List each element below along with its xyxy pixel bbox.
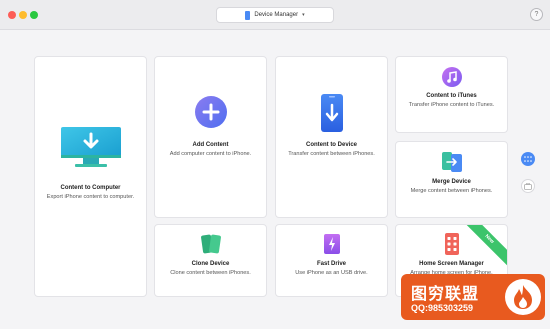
card-description: Transfer content between iPhones. — [288, 151, 375, 157]
card-description: Transfer iPhone content to iTunes. — [408, 102, 495, 108]
card-description: Export iPhone content to computer. — [46, 194, 135, 200]
device-selector[interactable]: Device Manager ▾ — [216, 7, 334, 23]
close-window-button[interactable] — [8, 11, 16, 19]
card-content-to-itunes[interactable]: Content to iTunes Transfer iPhone conten… — [395, 56, 508, 133]
card-content-to-device[interactable]: Content to Device Transfer content betwe… — [275, 56, 388, 218]
clone-device-icon — [200, 233, 221, 255]
card-clone-device[interactable]: Clone Device Clone content between iPhon… — [154, 224, 267, 297]
card-merge-device[interactable]: Merge Device Merge content between iPhon… — [395, 141, 508, 218]
add-plus-icon — [194, 96, 227, 128]
device-selector-label: Device Manager — [254, 12, 299, 18]
merge-device-icon — [441, 151, 463, 173]
card-title: Fast Drive — [316, 261, 346, 267]
computer-export-icon — [60, 127, 121, 169]
iphone-icon — [245, 10, 251, 20]
watermark-logo: 图穷联盟 QQ:985303259 — [401, 274, 545, 320]
card-title: Content to iTunes — [426, 93, 477, 99]
card-content-to-computer[interactable]: Content to Computer Export iPhone conten… — [34, 56, 147, 297]
card-title: Content to Computer — [60, 185, 121, 191]
card-fast-drive[interactable]: Fast Drive Use iPhone as an USB drive. — [275, 224, 388, 297]
watermark-title: 图穷联盟 — [411, 284, 480, 303]
grid-dots-icon — [524, 156, 532, 162]
itunes-icon — [441, 67, 462, 87]
title-bar: Device Manager ▾ ? — [0, 0, 550, 30]
toolbox-button[interactable] — [521, 179, 535, 193]
flame-icon — [505, 279, 541, 315]
card-title: Add Content — [192, 142, 229, 148]
minimize-window-button[interactable] — [19, 11, 27, 19]
help-button[interactable]: ? — [530, 8, 543, 21]
card-title: Clone Device — [191, 261, 230, 267]
zoom-window-button[interactable] — [30, 11, 38, 19]
card-description: Use iPhone as an USB drive. — [295, 270, 368, 276]
card-add-content[interactable]: Add Content Add computer content to iPho… — [154, 56, 267, 218]
home-screen-icon — [444, 233, 459, 255]
card-title: Home Screen Manager — [419, 261, 484, 267]
card-description: Merge content between iPhones. — [410, 188, 493, 194]
toolbox-icon — [524, 182, 532, 190]
fast-drive-icon — [323, 233, 341, 255]
card-title: Merge Device — [432, 179, 471, 185]
card-description: Add computer content to iPhone. — [169, 151, 252, 157]
card-description: Clone content between iPhones. — [170, 270, 251, 276]
watermark-qq: QQ:985303259 — [411, 303, 474, 313]
grid-view-button[interactable] — [521, 152, 535, 166]
phone-transfer-icon — [320, 94, 344, 132]
card-title: Content to Device — [305, 142, 357, 148]
chevron-down-icon: ▾ — [302, 12, 305, 18]
